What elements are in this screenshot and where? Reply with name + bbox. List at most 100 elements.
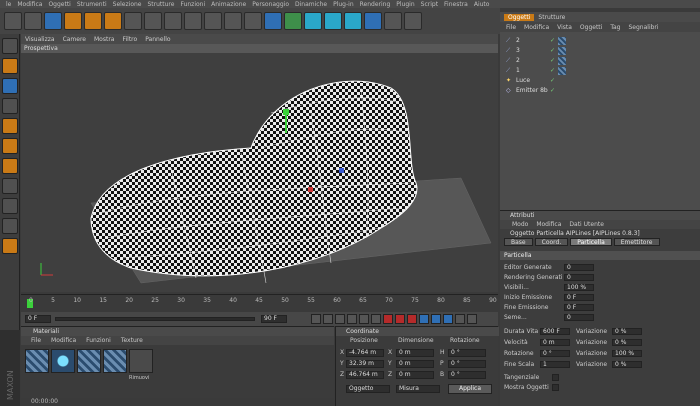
render-view-icon[interactable]: [204, 12, 222, 30]
menu-item[interactable]: Oggetti: [48, 1, 70, 8]
pair-var-value[interactable]: 0 %: [612, 339, 642, 346]
show-objects-checkbox[interactable]: [552, 384, 559, 391]
object-menu-item[interactable]: Oggetti: [580, 24, 602, 31]
pla-key-icon[interactable]: [467, 314, 477, 324]
coord-mode-select[interactable]: Oggetto: [346, 385, 390, 393]
field-value[interactable]: 0: [564, 314, 594, 321]
attr-tab-base[interactable]: Base: [504, 238, 533, 246]
prev-key-icon[interactable]: [323, 314, 333, 324]
material-tag-icon[interactable]: [558, 37, 566, 45]
start-frame-field[interactable]: 0 F: [25, 315, 51, 323]
world-coord-icon[interactable]: [184, 12, 202, 30]
goto-start-icon[interactable]: [311, 314, 321, 324]
object-menu-item[interactable]: Modifica: [524, 24, 549, 31]
end-frame-field[interactable]: 90 F: [261, 315, 287, 323]
workplane-icon[interactable]: [2, 98, 18, 114]
list-item[interactable]: ⟋ 1 ✓: [500, 66, 700, 76]
list-item[interactable]: ✦ Luce ✓: [500, 76, 700, 86]
tangential-checkbox[interactable]: [552, 374, 559, 381]
field-value[interactable]: 0: [564, 264, 594, 271]
menu-item[interactable]: Plug-in: [333, 1, 354, 8]
axis-y-icon[interactable]: [144, 12, 162, 30]
move-icon[interactable]: [64, 12, 82, 30]
axis-x-icon[interactable]: [124, 12, 142, 30]
tab-structure[interactable]: Strutture: [538, 14, 565, 21]
field-value[interactable]: 0 F: [564, 294, 594, 301]
menu-item[interactable]: Funzioni: [180, 1, 205, 8]
material-swatch[interactable]: [103, 349, 127, 373]
menu-item[interactable]: Aiuto: [474, 1, 490, 8]
texture-mode-icon[interactable]: [2, 78, 18, 94]
prev-frame-icon[interactable]: [335, 314, 345, 324]
play-icon[interactable]: [347, 314, 357, 324]
material-menu-item[interactable]: Texture: [121, 337, 143, 344]
list-item[interactable]: ⟋ 3 ✓: [500, 46, 700, 56]
model-mode-icon[interactable]: [2, 58, 18, 74]
y-axis-cap[interactable]: [283, 109, 289, 115]
material-menu-item[interactable]: Funzioni: [86, 337, 111, 344]
live-selection-icon[interactable]: [44, 12, 62, 30]
pair-var-value[interactable]: 100 %: [612, 350, 642, 357]
menu-item[interactable]: le: [6, 1, 11, 8]
make-editable-icon[interactable]: [2, 38, 18, 54]
axis-mode-icon[interactable]: [2, 178, 18, 194]
tweak-icon[interactable]: [2, 198, 18, 214]
undo-icon[interactable]: [4, 12, 22, 30]
material-tag-icon[interactable]: [558, 67, 566, 75]
material-tag-icon[interactable]: [558, 57, 566, 65]
material-swatch[interactable]: [51, 349, 75, 373]
menu-item[interactable]: Selezione: [113, 1, 142, 8]
scale-icon[interactable]: [84, 12, 102, 30]
scale-key-icon[interactable]: [431, 314, 441, 324]
pair-value[interactable]: 0 m: [540, 339, 570, 346]
viewport-menu-item[interactable]: Pannello: [145, 36, 170, 43]
frame-range-slider[interactable]: [55, 317, 255, 321]
menu-item[interactable]: Finestra: [444, 1, 468, 8]
record-icon[interactable]: [383, 314, 393, 324]
viewport-menu-item[interactable]: Visualizza: [25, 36, 55, 43]
menu-item[interactable]: Strumenti: [77, 1, 107, 8]
keyframe-icon[interactable]: [407, 314, 417, 324]
object-menu-item[interactable]: Vista: [557, 24, 572, 31]
menu-item[interactable]: Personaggio: [252, 1, 289, 8]
rot-b-field[interactable]: 0 °: [448, 371, 486, 379]
z-axis-cap[interactable]: [339, 168, 344, 173]
position-key-icon[interactable]: [419, 314, 429, 324]
material-swatch[interactable]: [25, 349, 49, 373]
menu-item[interactable]: Modifica: [17, 1, 42, 8]
material-swatch[interactable]: [77, 349, 101, 373]
viewport-3d[interactable]: [21, 53, 498, 292]
menu-item[interactable]: Plugin: [396, 1, 414, 8]
menu-item[interactable]: Script: [421, 1, 438, 8]
apply-button[interactable]: Applica: [448, 384, 492, 394]
menu-item[interactable]: Rendering: [360, 1, 391, 8]
subdivision-icon[interactable]: [304, 12, 322, 30]
material-menu-item[interactable]: Modifica: [51, 337, 76, 344]
rot-h-field[interactable]: 0 °: [448, 349, 486, 357]
attr-menu-item[interactable]: Dati Utente: [569, 221, 604, 228]
rot-p-field[interactable]: 0 °: [448, 360, 486, 368]
pos-y-field[interactable]: 32.39 m: [346, 360, 384, 368]
pos-z-field[interactable]: 46.764 m: [346, 371, 384, 379]
size-z-field[interactable]: 0 m: [396, 371, 434, 379]
attr-tab-coord[interactable]: Coord.: [534, 238, 569, 246]
param-key-icon[interactable]: [455, 314, 465, 324]
light-icon[interactable]: [404, 12, 422, 30]
floor-icon[interactable]: [364, 12, 382, 30]
timeline[interactable]: 0 5 10 15 20 25 30 35 40 45 50 55 60 65 …: [21, 294, 498, 312]
autokey-icon[interactable]: [395, 314, 405, 324]
render-picture-icon[interactable]: [224, 12, 242, 30]
deformer-icon[interactable]: [344, 12, 362, 30]
solo-icon[interactable]: [2, 238, 18, 254]
pair-value[interactable]: 0 °: [540, 350, 570, 357]
tab-objects[interactable]: Oggetti: [504, 13, 535, 21]
remove-material-icon[interactable]: [129, 349, 153, 373]
edges-mode-icon[interactable]: [2, 138, 18, 154]
attr-menu-item[interactable]: Modo: [512, 221, 528, 228]
field-value[interactable]: 0: [564, 274, 594, 281]
snap-icon[interactable]: [2, 218, 18, 234]
rotation-key-icon[interactable]: [443, 314, 453, 324]
menu-item[interactable]: Animazione: [211, 1, 246, 8]
pair-value[interactable]: 1: [540, 361, 570, 368]
array-icon[interactable]: [324, 12, 342, 30]
